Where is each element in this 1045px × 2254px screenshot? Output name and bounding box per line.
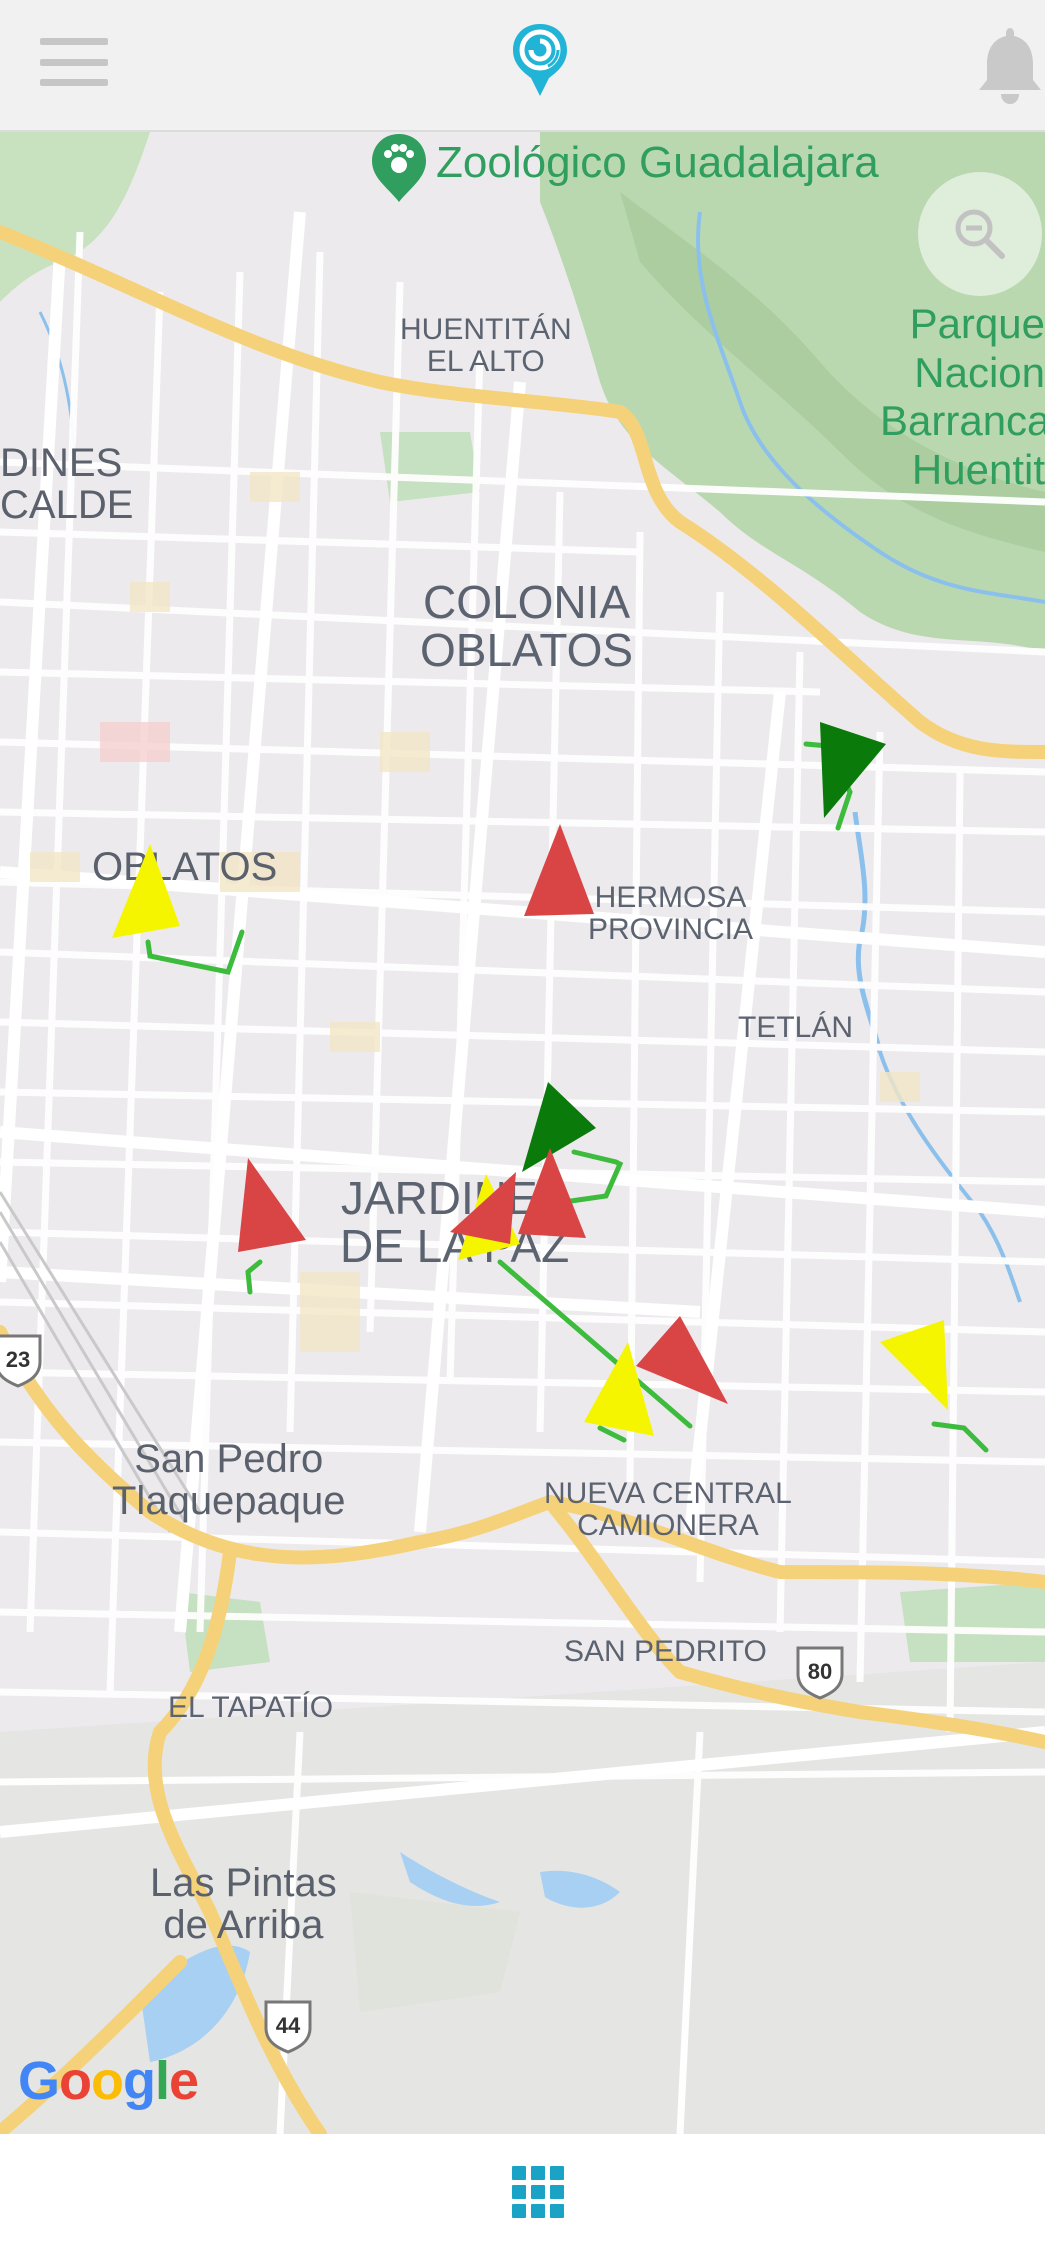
vehicle-red-1[interactable] [524,824,594,916]
zoom-out-magnifier-icon [955,209,1005,259]
google-attribution: Google [18,2051,199,2111]
vehicle-markers [112,722,948,1436]
vehicle-green-2[interactable] [522,1082,596,1172]
hamburger-menu-icon[interactable] [38,34,110,90]
grid-apps-icon[interactable] [512,2166,568,2222]
top-app-bar [0,0,1045,132]
app-root: Zoológico Guadalajara Parque Nacion Barr… [0,0,1045,2254]
map-view[interactable]: Zoológico Guadalajara Parque Nacion Barr… [0,132,1045,2134]
trail-8 [931,1421,989,1453]
map-search-button[interactable] [918,172,1042,296]
vehicle-red-4[interactable] [238,1158,306,1252]
vehicle-red-3[interactable] [450,1172,516,1244]
trail-1 [145,929,245,975]
vehicle-green-1[interactable] [820,722,886,818]
vehicle-yellow-4[interactable] [880,1320,948,1410]
trail-7 [597,1425,627,1443]
vehicle-layer [112,722,989,1453]
trail-5 [245,1259,263,1295]
trail-4 [561,1149,624,1205]
bottom-bar [0,2134,1045,2254]
vehicle-yellow-1[interactable] [112,844,180,938]
bell-icon[interactable] [975,22,1045,104]
location-pin-logo-icon [513,24,567,96]
